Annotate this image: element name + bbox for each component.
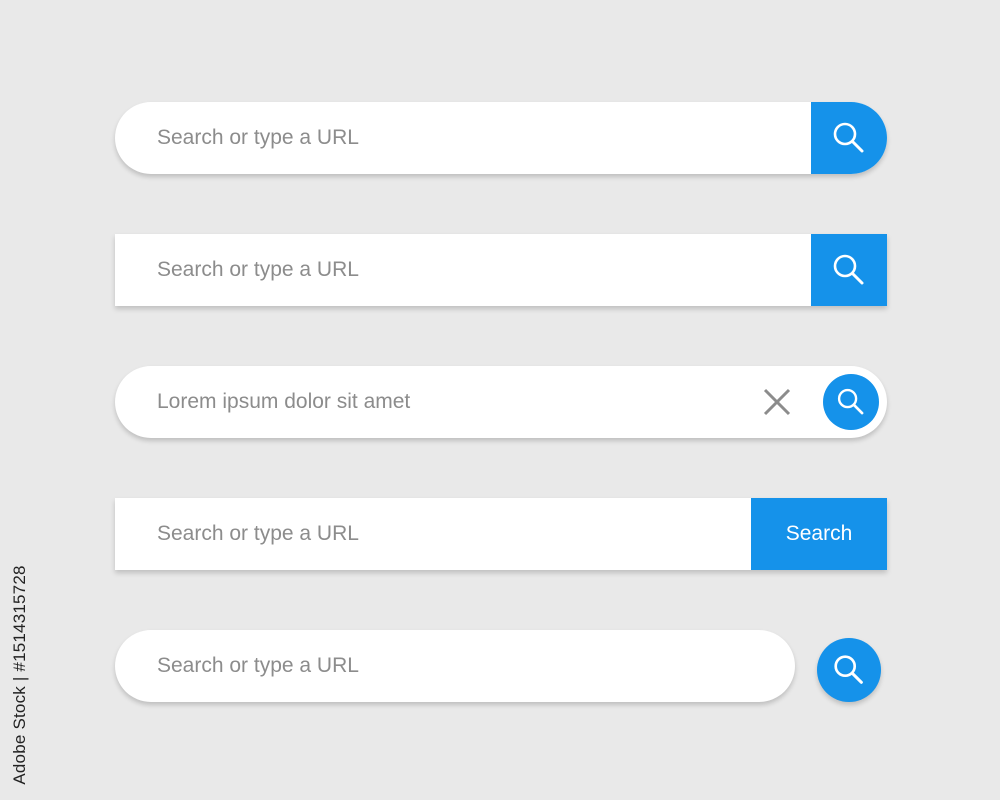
search-icon: [834, 385, 868, 419]
search-input[interactable]: [157, 366, 677, 438]
search-input[interactable]: [157, 630, 677, 702]
search-bar-pill-separate: [115, 630, 795, 702]
search-button[interactable]: [811, 234, 887, 306]
search-input[interactable]: [157, 498, 677, 570]
search-button[interactable]: [817, 638, 881, 702]
search-bar-rectangle: [115, 234, 887, 306]
search-icon: [829, 250, 869, 290]
search-bar-text-button: Search: [115, 498, 887, 570]
search-button[interactable]: Search: [751, 498, 887, 570]
watermark-text: Adobe Stock | #1514315728: [10, 565, 29, 785]
search-button[interactable]: [823, 374, 879, 430]
search-bar-with-clear: [115, 366, 887, 438]
watermark: Adobe Stock | #1514315728: [8, 560, 32, 790]
search-icon: [830, 651, 868, 689]
search-icon: [829, 118, 869, 158]
close-icon: [761, 386, 793, 418]
search-bar-pill: [115, 102, 887, 174]
search-button[interactable]: [811, 102, 887, 174]
clear-button[interactable]: [759, 384, 795, 420]
search-input[interactable]: [157, 102, 677, 174]
search-input[interactable]: [157, 234, 677, 306]
